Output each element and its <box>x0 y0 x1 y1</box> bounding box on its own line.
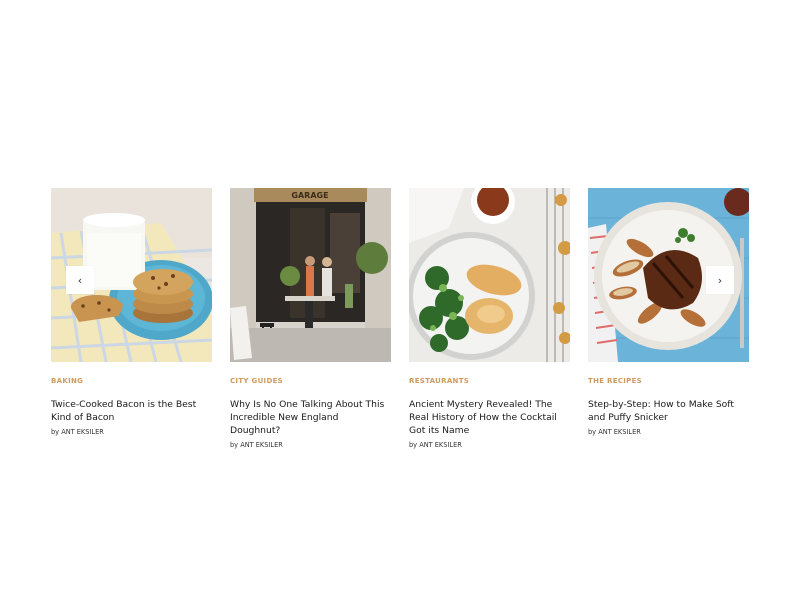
post-image-chicken-salad[interactable] <box>409 188 570 362</box>
post-category[interactable]: Restaurants <box>409 377 570 385</box>
post-author[interactable]: ANT EKSILER <box>598 428 641 436</box>
carousel-next-button[interactable]: › <box>706 266 734 294</box>
post-byline: by ANT EKSILER <box>230 441 391 449</box>
post-category[interactable]: The Recipes <box>588 377 749 385</box>
byline-prefix: by <box>230 441 239 449</box>
post-card: GARAGE CITY GUIDES Why Is No One Talking… <box>230 188 391 449</box>
post-author[interactable]: ANT EKSILER <box>61 428 104 436</box>
post-carousel: Baking Twice-Cooked Bacon is the Best Ki… <box>51 188 749 468</box>
post-card: Baking Twice-Cooked Bacon is the Best Ki… <box>51 188 212 436</box>
post-title[interactable]: Step-by-Step: How to Make Soft and Puffy… <box>588 398 749 424</box>
byline-prefix: by <box>588 428 597 436</box>
post-category[interactable]: Baking <box>51 377 212 385</box>
chevron-right-icon: › <box>717 273 723 287</box>
byline-prefix: by <box>51 428 60 436</box>
byline-prefix: by <box>409 441 418 449</box>
post-title[interactable]: Twice-Cooked Bacon is the Best Kind of B… <box>51 398 212 424</box>
post-card: Restaurants Ancient Mystery Revealed! Th… <box>409 188 570 449</box>
post-title[interactable]: Why Is No One Talking About This Incredi… <box>230 398 391 437</box>
post-byline: by ANT EKSILER <box>588 428 749 436</box>
post-author[interactable]: ANT EKSILER <box>240 441 283 449</box>
post-byline: by ANT EKSILER <box>409 441 570 449</box>
post-card: The Recipes Step-by-Step: How to Make So… <box>588 188 749 436</box>
chevron-left-icon: ‹ <box>77 273 83 287</box>
post-author[interactable]: ANT EKSILER <box>419 441 462 449</box>
post-byline: by ANT EKSILER <box>51 428 212 436</box>
post-category[interactable]: City Guides <box>230 377 391 385</box>
post-title[interactable]: Ancient Mystery Revealed! The Real Histo… <box>409 398 570 437</box>
carousel-prev-button[interactable]: ‹ <box>66 266 94 294</box>
storefront-sign: GARAGE <box>291 191 328 200</box>
post-image-cafe[interactable]: GARAGE <box>230 188 391 362</box>
